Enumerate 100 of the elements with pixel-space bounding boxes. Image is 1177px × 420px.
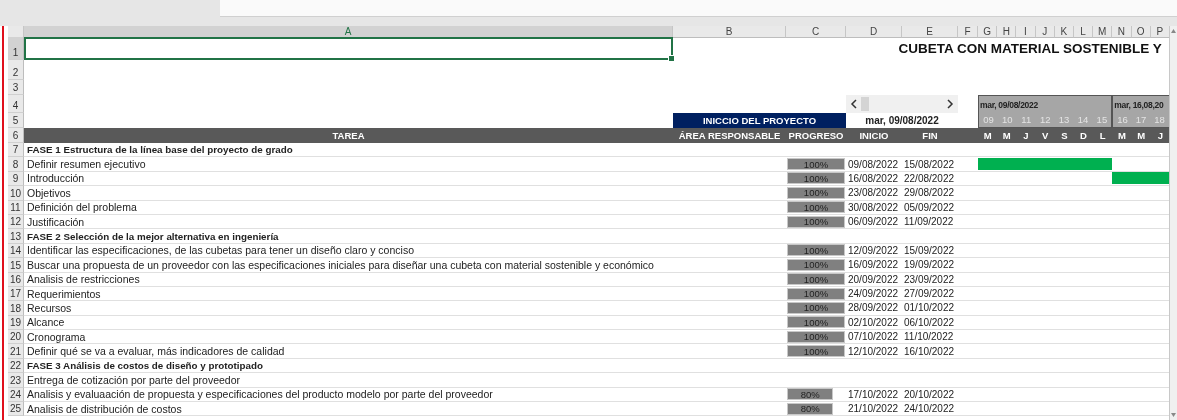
column-header[interactable]: M <box>1093 26 1113 38</box>
progress-bar: 100% <box>787 186 845 199</box>
progress-bar: 100% <box>787 345 845 358</box>
column-header[interactable]: G <box>978 26 998 38</box>
task-name: Definir qué se va a evaluar, más indicadores de calidad <box>26 345 285 358</box>
progress-bar: 100% <box>787 316 845 329</box>
row-number[interactable]: 3 <box>8 80 24 95</box>
row-number[interactable]: 20 <box>8 330 24 345</box>
task-name: Analisis de distribución de costos <box>26 402 182 415</box>
start-date: 23/08/2022 <box>847 187 899 199</box>
selected-cell[interactable] <box>24 37 673 60</box>
start-date: 17/10/2022 <box>847 388 899 400</box>
task-name: Analisis y evaluaación de propuesta y especificaciones del producto modelo por parte del proveedor <box>26 388 493 401</box>
row-number[interactable]: 5 <box>8 113 24 128</box>
task-name: Analisis de restricciones <box>26 273 140 286</box>
weekday-letter: D <box>1079 129 1088 143</box>
task-name: Entrega de cotización por parte del proveedor <box>26 373 241 386</box>
start-date: 16/08/2022 <box>847 172 899 184</box>
progress-bar: 100% <box>787 158 845 171</box>
row-number[interactable]: 1 <box>8 37 24 60</box>
row-number[interactable]: 7 <box>8 143 24 158</box>
weekday-letter: M <box>982 129 993 143</box>
column-header[interactable]: L <box>1073 26 1094 38</box>
week-header: mar, 16,08,20 <box>1112 95 1169 113</box>
row-number[interactable]: 2 <box>8 60 24 80</box>
progress-bar: 100% <box>787 172 845 185</box>
column-header[interactable]: C <box>786 26 846 38</box>
scroll-down-icon[interactable] <box>1170 410 1177 420</box>
column-header[interactable]: O <box>1131 26 1151 38</box>
row-number[interactable]: 8 <box>8 157 24 172</box>
column-header[interactable]: H <box>997 26 1017 38</box>
end-date: 22/08/2022 <box>903 172 955 184</box>
task-name: Cronograma <box>26 330 86 343</box>
task-name: Identificar las especificaciones, de las cubetas para tener un diseño claro y conciso <box>26 244 414 257</box>
row-number[interactable]: 15 <box>8 258 24 273</box>
start-date: 30/08/2022 <box>847 201 899 213</box>
progress-bar: 80% <box>787 402 834 415</box>
row-number[interactable]: 25 <box>8 402 24 417</box>
project-start-label: INICCIO DEL PROYECTO <box>673 113 846 128</box>
column-title: INICIO <box>858 129 890 143</box>
row-number[interactable]: 13 <box>8 229 24 244</box>
end-date: 24/10/2022 <box>903 403 955 415</box>
weekday-letter: L <box>1098 129 1107 143</box>
row-number[interactable]: 18 <box>8 301 24 316</box>
end-date: 19/09/2022 <box>903 259 955 271</box>
row-number[interactable]: 23 <box>8 373 24 388</box>
column-header[interactable]: F <box>958 26 978 38</box>
start-date: 07/10/2022 <box>847 331 899 343</box>
vertical-scrollbar[interactable] <box>1169 26 1177 420</box>
start-date: 16/09/2022 <box>847 259 899 271</box>
phase-title: FASE 3 Análisis de costos de diseño y prototipado <box>26 360 263 372</box>
end-date: 15/09/2022 <box>903 244 955 256</box>
start-date: 20/09/2022 <box>847 273 899 285</box>
start-date: 24/09/2022 <box>847 288 899 300</box>
project-start-date: mar, 09/08/2022 <box>864 114 940 128</box>
task-name: Requerimientos <box>26 287 101 300</box>
phase-title: FASE 2 Selección de la mejor alternativa en ingeniería <box>26 230 279 242</box>
start-date: 12/09/2022 <box>847 244 899 256</box>
day-number: 12 <box>1038 113 1052 127</box>
start-date: 12/10/2022 <box>847 345 899 357</box>
column-title: PROGRESO <box>787 129 845 143</box>
start-date: 09/08/2022 <box>847 158 899 170</box>
column-header[interactable]: I <box>1016 26 1036 38</box>
end-date: 11/09/2022 <box>903 216 954 228</box>
row-number[interactable]: 10 <box>8 186 24 201</box>
day-number: 13 <box>1057 113 1071 127</box>
column-title: ÁREA RESPONSABLE <box>677 129 782 143</box>
row-number[interactable]: 21 <box>8 344 24 359</box>
column-header[interactable]: K <box>1054 26 1074 38</box>
phase-title: FASE 1 Estructura de la línea base del proyecto de grado <box>26 144 293 156</box>
end-date: 01/10/2022 <box>903 302 955 314</box>
column-header[interactable]: N <box>1112 26 1132 38</box>
task-name: Definir resumen ejecutivo <box>26 158 146 171</box>
row-number[interactable]: 6 <box>8 128 24 143</box>
task-name: Justificación <box>26 215 85 228</box>
task-name: Buscar una propuesta de un proveedor con las especificaciones iniciales para diseñar una cubeta con material sostenible y económico <box>26 258 654 271</box>
end-date: 27/09/2022 <box>903 288 955 300</box>
end-date: 11/10/2022 <box>903 331 954 343</box>
week-header: mar, 09/08/2022 <box>978 95 1113 113</box>
end-date: 16/10/2022 <box>903 345 955 357</box>
end-date: 23/09/2022 <box>903 273 955 285</box>
end-date: 29/08/2022 <box>903 187 955 199</box>
task-name: Recursos <box>26 302 72 314</box>
day-number: 09 <box>982 113 995 127</box>
chevron-right-icon[interactable] <box>947 99 954 109</box>
column-header[interactable]: J <box>1035 26 1055 38</box>
scroller-thumb[interactable] <box>861 97 869 111</box>
day-number: 11 <box>1020 113 1033 127</box>
progress-bar: 100% <box>787 330 845 343</box>
column-header[interactable]: A <box>24 26 673 38</box>
row-number[interactable]: 4 <box>8 95 24 113</box>
column-header[interactable]: E <box>902 26 958 38</box>
task-name: Objetivos <box>26 186 71 199</box>
day-number: 17 <box>1134 113 1148 127</box>
start-date: 28/09/2022 <box>847 302 899 314</box>
chevron-left-icon[interactable] <box>850 99 857 109</box>
column-header[interactable]: B <box>673 26 786 38</box>
fill-handle[interactable] <box>668 55 675 62</box>
end-date: 20/10/2022 <box>903 388 955 400</box>
column-header[interactable]: D <box>846 26 902 38</box>
